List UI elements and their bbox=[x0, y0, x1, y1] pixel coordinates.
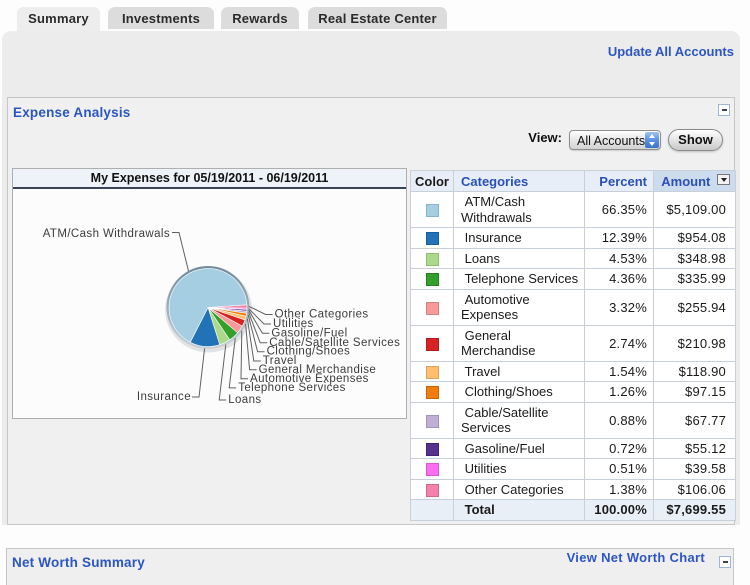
svg-text:ATM/Cash Withdrawals: ATM/Cash Withdrawals bbox=[43, 228, 170, 240]
svg-text:Telephone Services: Telephone Services bbox=[238, 382, 346, 394]
svg-text:Insurance: Insurance bbox=[137, 391, 191, 403]
svg-text:Loans: Loans bbox=[228, 394, 261, 406]
